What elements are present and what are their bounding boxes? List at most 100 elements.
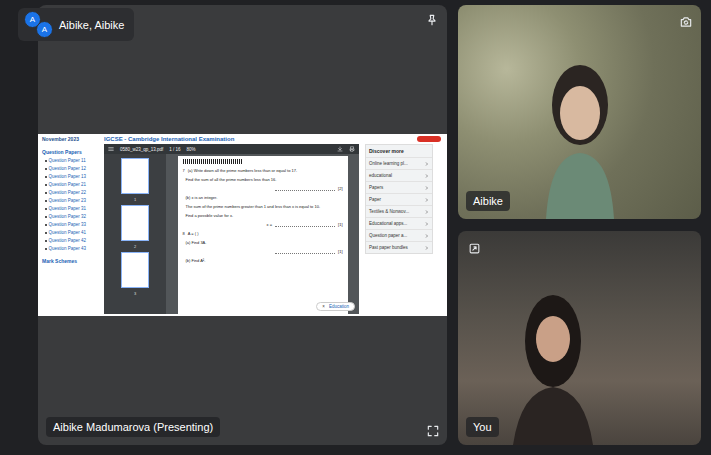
sidebar-heading[interactable]: Mark Schemes [42, 258, 96, 264]
camera-flip-icon[interactable] [679, 15, 693, 29]
red-button[interactable] [417, 136, 441, 142]
thumbnail-number: 1 [134, 197, 136, 202]
download-icon[interactable] [337, 146, 343, 152]
question-text: (b) x is an integer. [186, 195, 218, 200]
education-chip[interactable]: × Education [316, 302, 355, 311]
discover-label: Educational apps... [369, 221, 407, 226]
avatar-group: AA [24, 11, 53, 38]
discover-item[interactable]: Textiles & Nonwov... [366, 205, 432, 217]
content-body: 0580_w23_qp_13.pdf 1 / 16 80% 1 2 3 7(a) Write… [104, 144, 443, 314]
discover-panel: Discover more Online learning pl... educat… [365, 144, 433, 254]
discover-label: Textiles & Nonwov... [369, 209, 409, 214]
discover-item[interactable]: Question paper a... [366, 229, 432, 241]
question-line: The sum of the prime numbers greater tha… [183, 204, 343, 209]
sidebar-item[interactable]: Question Paper 42 [42, 238, 96, 243]
question-text: (b) Find A². [186, 258, 206, 263]
question-text: A = ( ) [188, 231, 199, 236]
presenter-label: Aibike Madumarova (Presenting) [46, 417, 220, 437]
discover-item[interactable]: Online learning pl... [366, 157, 432, 169]
pdf-filename: 0580_w23_qp_13.pdf [120, 147, 163, 152]
sidebar: November 2023Question PapersQuestion Pap… [38, 134, 100, 316]
question-text: (a) Write down all the prime numbers les… [188, 168, 297, 173]
discover-label: Paper [369, 197, 381, 202]
question-line: (b) Find A². [183, 258, 343, 263]
menu-icon[interactable] [108, 146, 114, 152]
participant-tile: Aibike [458, 5, 701, 219]
question-number: 8 [183, 231, 185, 236]
participants-chip[interactable]: AA Aibike, Aibike [18, 8, 134, 41]
answer-line: x = [1] [183, 222, 343, 227]
participant-label: Aibike [466, 191, 510, 211]
question-text: Find the sum of all the prime numbers le… [186, 177, 277, 182]
sidebar-heading[interactable]: Question Papers [42, 149, 96, 155]
video-frame [513, 271, 593, 445]
barcode [183, 159, 243, 164]
discover-item[interactable]: Past paper bundles [366, 241, 432, 253]
pin-icon[interactable] [425, 13, 439, 27]
question-text: (a) Find 3A. [186, 240, 207, 245]
pdf-viewer: 0580_w23_qp_13.pdf 1 / 16 80% 1 2 3 7(a) Write… [104, 144, 359, 314]
discover-label: Online learning pl... [369, 161, 408, 166]
self-view-icon[interactable] [468, 241, 481, 254]
question-number: 7 [183, 168, 185, 173]
sidebar-item[interactable]: Question Paper 31 [42, 206, 96, 211]
mark: [1] [338, 222, 342, 227]
mark: [2] [338, 186, 342, 191]
avatar: A [36, 21, 53, 38]
answer-dots [275, 222, 335, 227]
sidebar-item[interactable]: Question Paper 13 [42, 174, 96, 179]
discover-label: Past paper bundles [369, 245, 408, 250]
question-line: (a) Find 3A. [183, 240, 343, 245]
chevron-icon [425, 222, 429, 226]
sidebar-item[interactable]: Question Paper 32 [42, 214, 96, 219]
page-indicator: 1 / 16 [169, 147, 180, 152]
content-header: IGCSE - Cambridge International Examinat… [104, 136, 443, 142]
thumbnail-strip: 1 2 3 [104, 154, 166, 314]
chevron-icon [425, 210, 429, 214]
sidebar-item[interactable]: Question Paper 43 [42, 246, 96, 251]
question-text: The sum of the prime numbers greater tha… [186, 204, 321, 209]
fullscreen-icon[interactable] [426, 424, 440, 438]
chevron-icon [425, 174, 429, 178]
pdf-page-area: 7(a) Write down all the prime numbers le… [166, 154, 359, 314]
close-button[interactable]: × [322, 304, 325, 309]
answer-line: [2] [183, 186, 343, 191]
discover-item[interactable]: Paper [366, 193, 432, 205]
print-icon[interactable] [349, 146, 355, 152]
page-thumbnail[interactable] [121, 158, 149, 194]
sidebar-item[interactable]: Question Paper 22 [42, 190, 96, 195]
discover-label: educational [369, 173, 392, 178]
presenter-tile: Aibike Madumarova (Presenting) November 2… [38, 5, 447, 445]
discover-label: Papers [369, 185, 383, 190]
discover-heading: Discover more [366, 145, 432, 157]
question-line: Find a possible value for x. [183, 213, 343, 218]
shared-screen: November 2023Question PapersQuestion Pap… [38, 134, 447, 316]
chevron-icon [425, 198, 429, 202]
discover-item[interactable]: Educational apps... [366, 217, 432, 229]
page-thumbnail[interactable] [121, 205, 149, 241]
sidebar-item[interactable]: Question Paper 23 [42, 198, 96, 203]
sidebar-item[interactable]: Question Paper 21 [42, 182, 96, 187]
chip-label: Education [329, 304, 349, 309]
mark: [1] [338, 249, 342, 254]
sidebar-item[interactable]: Question Paper 11 [42, 158, 96, 163]
zoom-level[interactable]: 80% [187, 147, 196, 152]
video-frame [536, 35, 624, 219]
answer-label: x = [267, 222, 272, 227]
sidebar-item[interactable]: Question Paper 12 [42, 166, 96, 171]
participants-label: Aibike, Aibike [59, 19, 124, 31]
chevron-icon [425, 162, 429, 166]
question-line: 7(a) Write down all the prime numbers le… [183, 168, 343, 173]
site-title: IGCSE - Cambridge International Examinat… [104, 136, 234, 142]
question-text: Find a possible value for x. [186, 213, 234, 218]
sidebar-item[interactable]: Question Paper 41 [42, 230, 96, 235]
discover-item[interactable]: educational [366, 169, 432, 181]
discover-item[interactable]: Papers [366, 181, 432, 193]
chevron-icon [425, 246, 429, 250]
thumbnail-number: 3 [134, 291, 136, 296]
sidebar-item[interactable]: Question Paper 33 [42, 222, 96, 227]
thumbnail-number: 2 [134, 244, 136, 249]
page-thumbnail[interactable] [121, 252, 149, 288]
pdf-page: 7(a) Write down all the prime numbers le… [178, 156, 348, 314]
chevron-icon [425, 186, 429, 190]
